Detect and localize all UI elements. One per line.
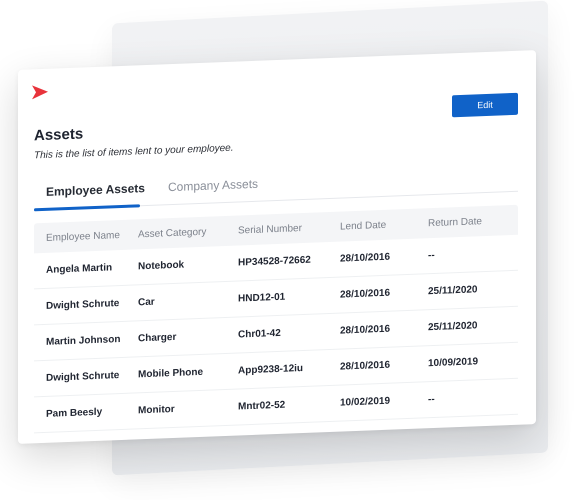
cell-employee-name: Dwight Schrute bbox=[46, 370, 120, 384]
assets-table: Employee Name Asset Category Serial Numb… bbox=[34, 204, 518, 434]
logo-icon bbox=[32, 85, 48, 100]
header: Assets This is the list of items lent to… bbox=[34, 120, 234, 162]
active-tab-indicator bbox=[34, 204, 140, 212]
cell-lend-date: 28/10/2016 bbox=[340, 287, 391, 301]
tab-company-assets[interactable]: Company Assets bbox=[168, 177, 258, 194]
tab-bar: Employee Assets Company Assets bbox=[34, 160, 518, 212]
column-header-serial-number[interactable]: Serial Number bbox=[226, 222, 328, 237]
cell-return-date: 10/09/2019 bbox=[428, 356, 479, 370]
cell-asset-category: Charger bbox=[138, 331, 177, 345]
cell-serial-number: Mntr02-52 bbox=[238, 399, 286, 413]
cell-employee-name: Martin Johnson bbox=[46, 334, 121, 348]
cell-return-date: 25/11/2020 bbox=[428, 320, 478, 334]
cell-employee-name: Pam Beesly bbox=[46, 406, 103, 420]
tab-employee-assets[interactable]: Employee Assets bbox=[46, 181, 145, 199]
column-header-employee-name[interactable]: Employee Name bbox=[34, 229, 126, 244]
cell-serial-number: Chr01-42 bbox=[238, 327, 281, 341]
cell-lend-date: 28/10/2016 bbox=[340, 251, 391, 265]
assets-card: Edit Assets This is the list of items le… bbox=[18, 50, 536, 444]
page-title: Assets bbox=[34, 125, 84, 145]
column-header-return-date[interactable]: Return Date bbox=[416, 214, 518, 229]
page-subtitle: This is the list of items lent to your e… bbox=[34, 142, 234, 162]
cell-serial-number: HND12-01 bbox=[238, 291, 286, 305]
cell-employee-name: Dwight Schrute bbox=[46, 298, 120, 312]
cell-lend-date: 28/10/2016 bbox=[340, 323, 391, 337]
cell-asset-category: Mobile Phone bbox=[138, 366, 203, 381]
cell-return-date: -- bbox=[428, 393, 435, 406]
cell-serial-number: HP34528-72662 bbox=[238, 254, 311, 269]
cell-return-date: -- bbox=[428, 249, 435, 262]
cell-serial-number: App9238-12iu bbox=[238, 362, 304, 377]
cell-employee-name: Angela Martin bbox=[46, 262, 113, 276]
edit-button[interactable]: Edit bbox=[452, 92, 518, 118]
column-header-lend-date[interactable]: Lend Date bbox=[328, 218, 416, 232]
cell-return-date: 25/11/2020 bbox=[428, 284, 478, 298]
column-header-asset-category[interactable]: Asset Category bbox=[126, 225, 226, 240]
cell-lend-date: 10/02/2019 bbox=[340, 395, 391, 409]
cell-asset-category: Notebook bbox=[138, 259, 185, 273]
cell-lend-date: 28/10/2016 bbox=[340, 359, 391, 373]
cell-asset-category: Monitor bbox=[138, 403, 175, 417]
cell-asset-category: Car bbox=[138, 296, 155, 309]
